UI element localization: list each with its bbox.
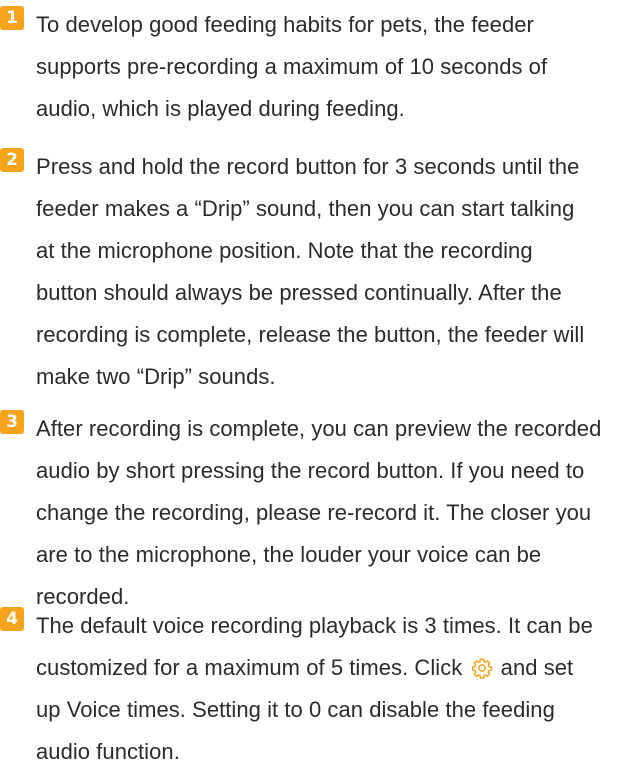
text-line: The default voice recording playback is … — [36, 613, 593, 638]
text-line: Press and hold the record button for 3 s… — [36, 154, 580, 179]
step-number-badge: 2 — [0, 148, 24, 172]
text-line-with-icon: customized for a maximum of 5 times. Cli… — [36, 647, 638, 689]
text-line: feeder makes a “Drip” sound, then you ca… — [36, 196, 575, 221]
step-text: After recording is complete, you can pre… — [36, 408, 638, 618]
text-fragment: customized for a maximum of 5 times. Cli… — [36, 655, 463, 680]
text-line: recording is complete, release the butto… — [36, 322, 585, 347]
step-1: 1 To develop good feeding habits for pet… — [0, 4, 638, 130]
text-line: up Voice times. Setting it to 0 can disa… — [36, 697, 555, 722]
text-line: To develop good feeding habits for pets,… — [36, 12, 534, 37]
text-line: are to the microphone, the louder your v… — [36, 542, 542, 567]
text-line: change the recording, please re-record i… — [36, 500, 592, 525]
step-2: 2 Press and hold the record button for 3… — [0, 146, 638, 398]
step-text: The default voice recording playback is … — [36, 605, 638, 773]
step-number-badge: 4 — [0, 607, 24, 631]
text-fragment: and set — [500, 655, 574, 680]
text-line: audio, which is played during feeding. — [36, 96, 405, 121]
step-text: Press and hold the record button for 3 s… — [36, 146, 638, 398]
text-line: audio by short pressing the record butto… — [36, 458, 585, 483]
text-line: audio function. — [36, 739, 180, 764]
text-line: make two “Drip” sounds. — [36, 364, 276, 389]
step-number-badge: 3 — [0, 410, 24, 434]
step-4: 4 The default voice recording playback i… — [0, 605, 638, 773]
gear-icon — [471, 658, 492, 679]
step-number-badge: 1 — [0, 6, 24, 30]
text-line: supports pre-recording a maximum of 10 s… — [36, 54, 548, 79]
text-line: After recording is complete, you can pre… — [36, 416, 602, 441]
text-line: button should always be pressed continua… — [36, 280, 562, 305]
step-text: To develop good feeding habits for pets,… — [36, 4, 638, 130]
step-3: 3 After recording is complete, you can p… — [0, 408, 638, 618]
text-line: at the microphone position. Note that th… — [36, 238, 533, 263]
